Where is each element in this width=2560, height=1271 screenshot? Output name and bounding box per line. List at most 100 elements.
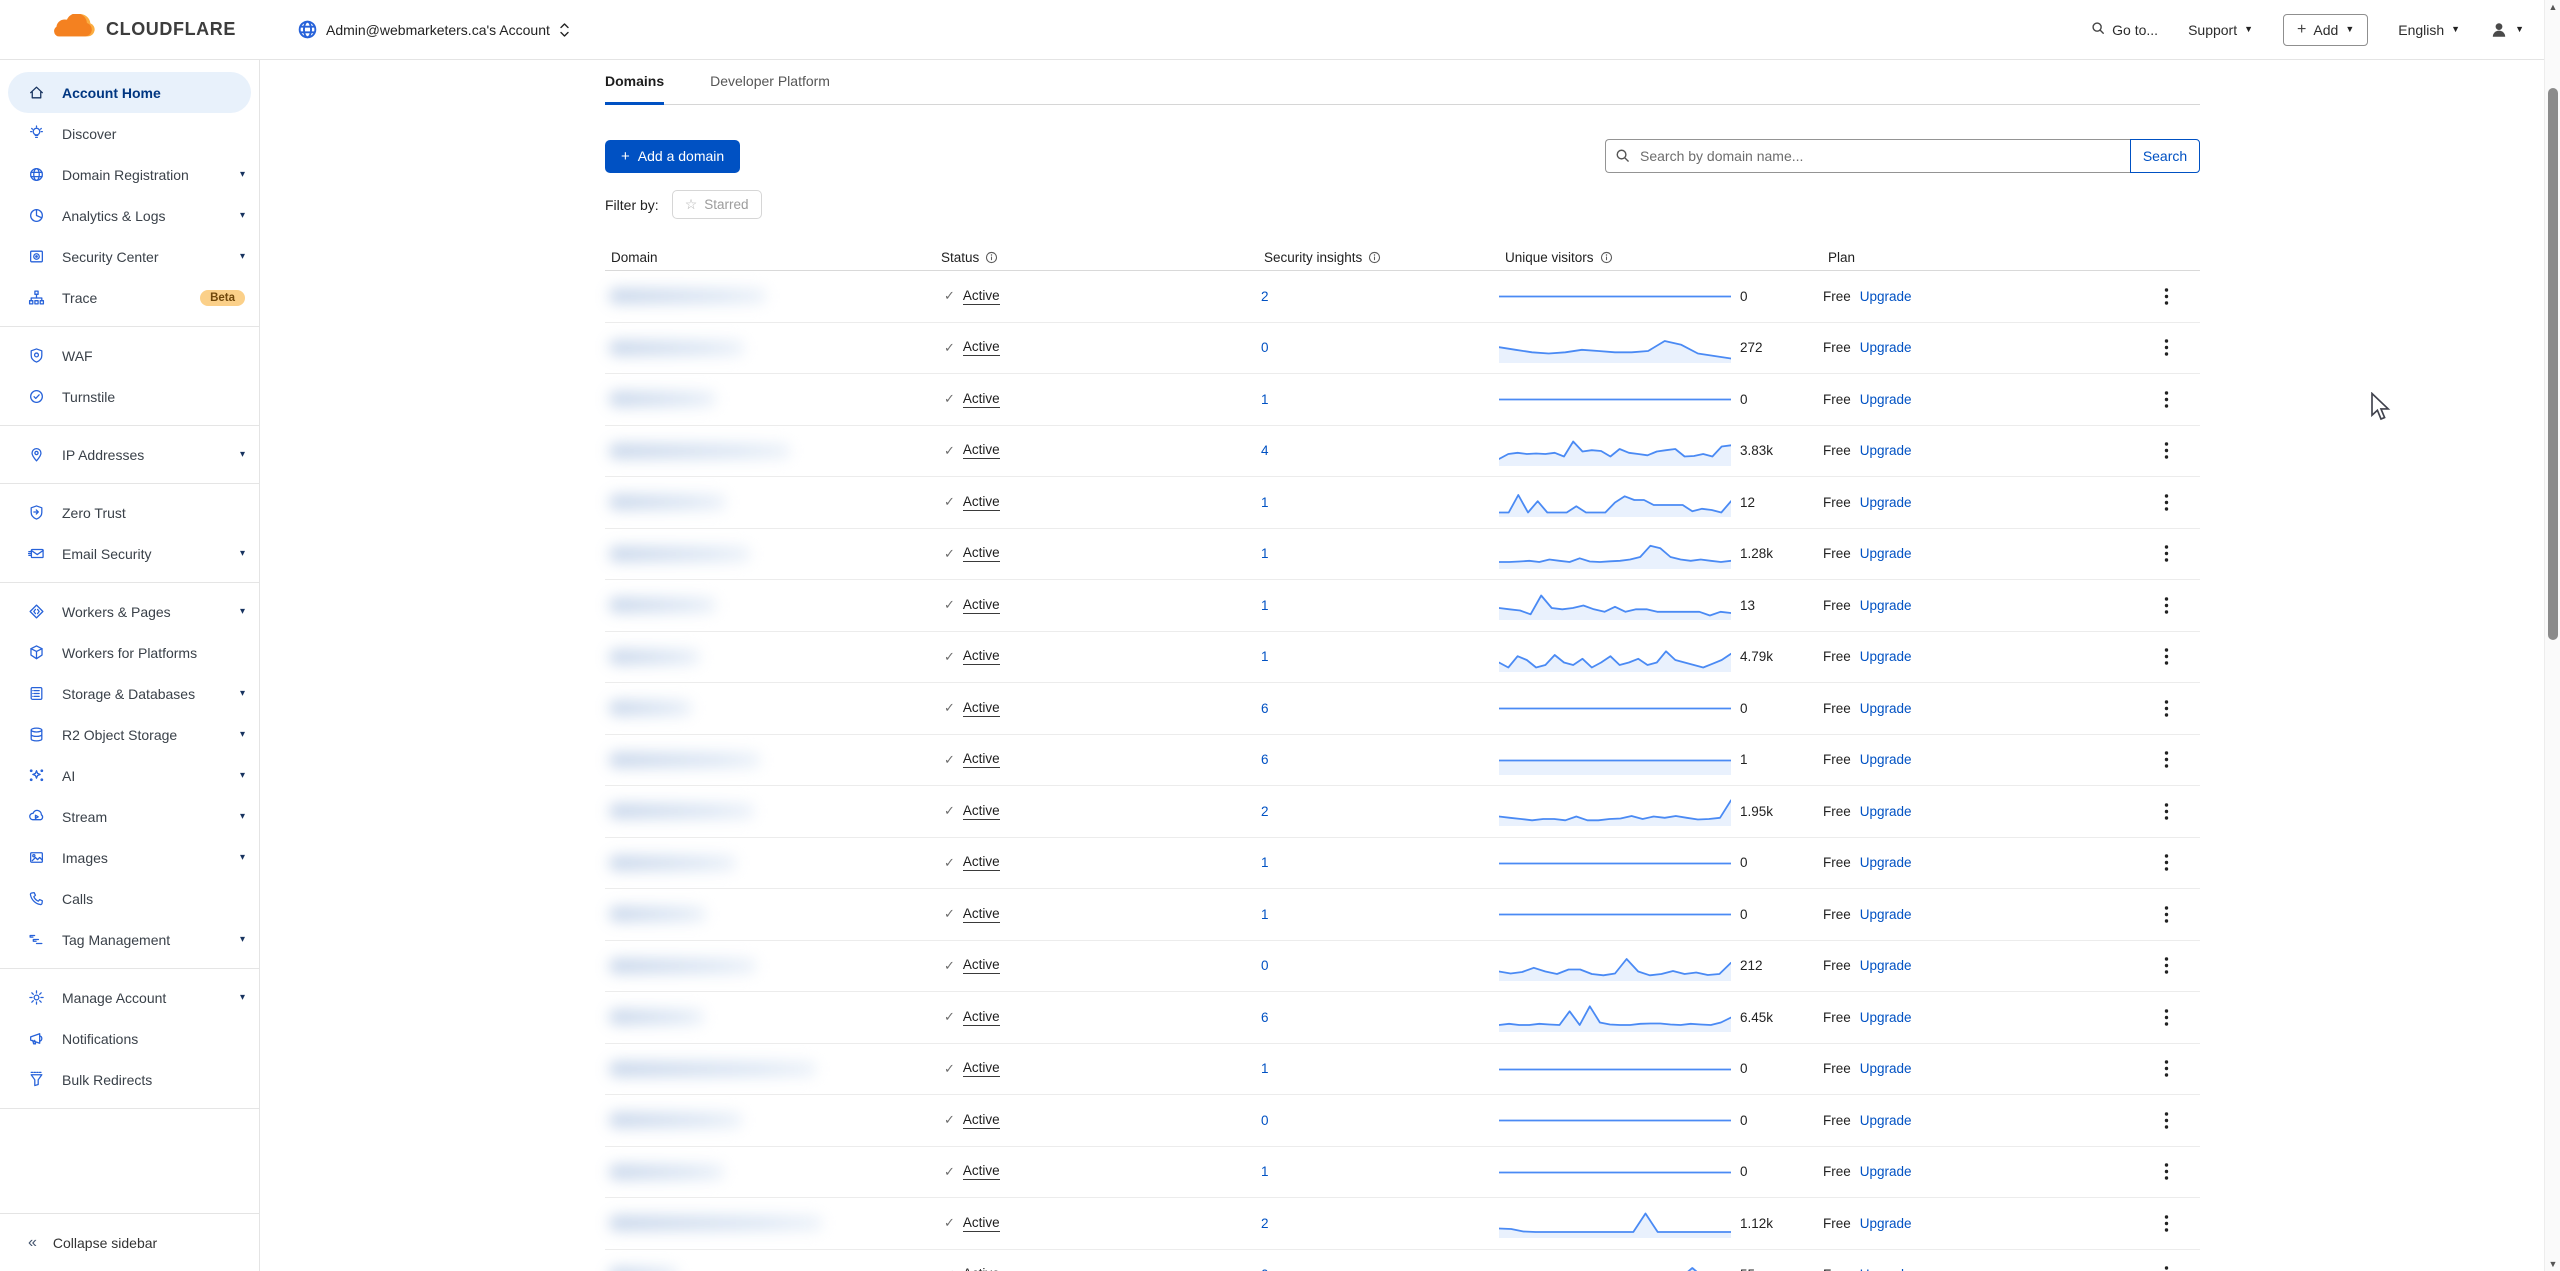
info-icon[interactable] — [1368, 251, 1381, 264]
upgrade-link[interactable]: Upgrade — [1860, 1216, 1912, 1231]
cloudflare-logo[interactable]: CLOUDFLARE — [52, 14, 236, 45]
upgrade-link[interactable]: Upgrade — [1860, 804, 1912, 819]
sidebar-item-analytics-logs[interactable]: Analytics & Logs▾ — [0, 195, 259, 236]
row-actions-kebab-icon[interactable] — [2160, 540, 2173, 567]
account-switcher[interactable]: Admin@webmarketers.ca's Account — [298, 20, 570, 39]
security-insights-link[interactable]: 1 — [1261, 495, 1269, 510]
info-icon[interactable] — [985, 251, 998, 264]
sidebar-item-security-center[interactable]: Security Center▾ — [0, 236, 259, 277]
domain-cell[interactable] — [605, 1112, 935, 1128]
sidebar-item-turnstile[interactable]: Turnstile — [0, 376, 259, 417]
security-insights-link[interactable]: 6 — [1261, 701, 1269, 716]
security-insights-link[interactable]: 1 — [1261, 907, 1269, 922]
status-badge[interactable]: Active — [963, 339, 1000, 356]
domain-cell[interactable] — [605, 906, 935, 922]
sidebar-item-waf[interactable]: WAF — [0, 335, 259, 376]
domain-cell[interactable] — [605, 1267, 935, 1271]
row-actions-kebab-icon[interactable] — [2160, 592, 2173, 619]
status-badge[interactable]: Active — [963, 648, 1000, 665]
add-domain-button[interactable]: + Add a domain — [605, 140, 740, 173]
sidebar-item-storage-databases[interactable]: Storage & Databases▾ — [0, 673, 259, 714]
row-actions-kebab-icon[interactable] — [2160, 1107, 2173, 1134]
upgrade-link[interactable]: Upgrade — [1860, 495, 1912, 510]
domain-cell[interactable] — [605, 494, 935, 510]
upgrade-link[interactable]: Upgrade — [1860, 546, 1912, 561]
vertical-scrollbar[interactable]: ▲ ▼ — [2544, 0, 2560, 1271]
domain-cell[interactable] — [605, 391, 935, 407]
row-actions-kebab-icon[interactable] — [2160, 386, 2173, 413]
status-badge[interactable]: Active — [963, 1060, 1000, 1077]
collapse-sidebar-button[interactable]: « Collapse sidebar — [0, 1213, 259, 1271]
sidebar-item-domain-registration[interactable]: Domain Registration▾ — [0, 154, 259, 195]
upgrade-link[interactable]: Upgrade — [1860, 1164, 1912, 1179]
security-insights-link[interactable]: 0 — [1261, 1267, 1269, 1271]
sidebar-item-manage-account[interactable]: Manage Account▾ — [0, 977, 259, 1018]
security-insights-link[interactable]: 1 — [1261, 855, 1269, 870]
status-badge[interactable]: Active — [963, 803, 1000, 820]
upgrade-link[interactable]: Upgrade — [1860, 1113, 1912, 1128]
upgrade-link[interactable]: Upgrade — [1860, 1267, 1912, 1271]
starred-filter-button[interactable]: ☆ Starred — [672, 190, 762, 219]
scroll-up-arrow[interactable]: ▲ — [2545, 2, 2560, 12]
security-insights-link[interactable]: 2 — [1261, 1216, 1269, 1231]
upgrade-link[interactable]: Upgrade — [1860, 443, 1912, 458]
security-insights-link[interactable]: 1 — [1261, 598, 1269, 613]
tab-developer-platform[interactable]: Developer Platform — [710, 73, 830, 104]
domain-cell[interactable] — [605, 597, 935, 613]
row-actions-kebab-icon[interactable] — [2160, 1158, 2173, 1185]
upgrade-link[interactable]: Upgrade — [1860, 958, 1912, 973]
sidebar-item-tag-management[interactable]: Tag Management▾ — [0, 919, 259, 960]
user-menu[interactable]: ▼ — [2490, 21, 2524, 39]
status-badge[interactable]: Active — [963, 906, 1000, 923]
security-insights-link[interactable]: 4 — [1261, 443, 1269, 458]
sidebar-item-stream[interactable]: Stream▾ — [0, 796, 259, 837]
status-badge[interactable]: Active — [963, 545, 1000, 562]
sidebar-item-workers-pages[interactable]: Workers & Pages▾ — [0, 591, 259, 632]
row-actions-kebab-icon[interactable] — [2160, 1004, 2173, 1031]
status-badge[interactable]: Active — [963, 1163, 1000, 1180]
row-actions-kebab-icon[interactable] — [2160, 1055, 2173, 1082]
upgrade-link[interactable]: Upgrade — [1860, 598, 1912, 613]
sidebar-item-calls[interactable]: Calls — [0, 878, 259, 919]
sidebar-item-ai[interactable]: AI▾ — [0, 755, 259, 796]
status-badge[interactable]: Active — [963, 1112, 1000, 1129]
status-badge[interactable]: Active — [963, 854, 1000, 871]
domain-cell[interactable] — [605, 288, 935, 304]
security-insights-link[interactable]: 6 — [1261, 1010, 1269, 1025]
sidebar-item-email-security[interactable]: Email Security▾ — [0, 533, 259, 574]
security-insights-link[interactable]: 1 — [1261, 1164, 1269, 1179]
row-actions-kebab-icon[interactable] — [2160, 798, 2173, 825]
sidebar-item-workers-for-platforms[interactable]: Workers for Platforms — [0, 632, 259, 673]
upgrade-link[interactable]: Upgrade — [1860, 392, 1912, 407]
status-badge[interactable]: Active — [963, 957, 1000, 974]
row-actions-kebab-icon[interactable] — [2160, 1210, 2173, 1237]
domain-cell[interactable] — [605, 1215, 935, 1231]
status-badge[interactable]: Active — [963, 442, 1000, 459]
sidebar-item-images[interactable]: Images▾ — [0, 837, 259, 878]
upgrade-link[interactable]: Upgrade — [1860, 1061, 1912, 1076]
language-menu[interactable]: English ▼ — [2398, 22, 2460, 38]
info-icon[interactable] — [1600, 251, 1613, 264]
row-actions-kebab-icon[interactable] — [2160, 695, 2173, 722]
domain-cell[interactable] — [605, 649, 935, 665]
security-insights-link[interactable]: 6 — [1261, 752, 1269, 767]
row-actions-kebab-icon[interactable] — [2160, 643, 2173, 670]
upgrade-link[interactable]: Upgrade — [1860, 289, 1912, 304]
security-insights-link[interactable]: 0 — [1261, 1113, 1269, 1128]
status-badge[interactable]: Active — [963, 288, 1000, 305]
security-insights-link[interactable]: 0 — [1261, 340, 1269, 355]
row-actions-kebab-icon[interactable] — [2160, 901, 2173, 928]
domain-cell[interactable] — [605, 700, 935, 716]
upgrade-link[interactable]: Upgrade — [1860, 701, 1912, 716]
upgrade-link[interactable]: Upgrade — [1860, 907, 1912, 922]
row-actions-kebab-icon[interactable] — [2160, 283, 2173, 310]
domain-cell[interactable] — [605, 958, 935, 974]
upgrade-link[interactable]: Upgrade — [1860, 855, 1912, 870]
sidebar-item-trace[interactable]: TraceBeta — [0, 277, 259, 318]
row-actions-kebab-icon[interactable] — [2160, 746, 2173, 773]
domain-search-input[interactable] — [1605, 139, 2130, 173]
search-button[interactable]: Search — [2130, 139, 2200, 173]
sidebar-item-bulk-redirects[interactable]: Bulk Redirects — [0, 1059, 259, 1100]
status-badge[interactable]: Active — [963, 1266, 1000, 1271]
status-badge[interactable]: Active — [963, 391, 1000, 408]
